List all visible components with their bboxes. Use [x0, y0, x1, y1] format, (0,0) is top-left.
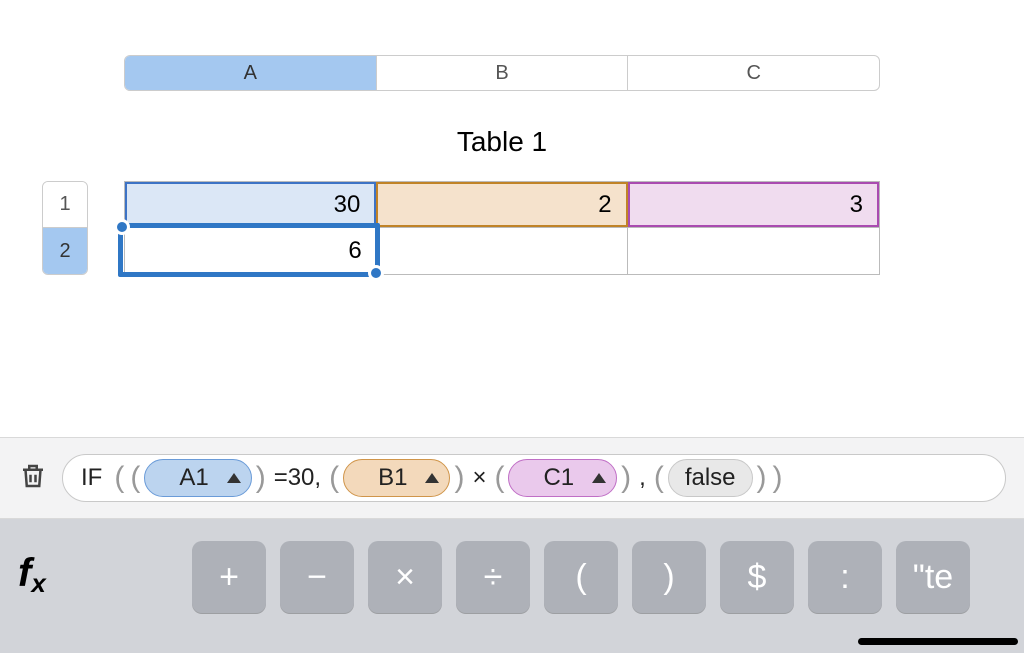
open-paren-inner: (	[128, 461, 142, 495]
row-header-1[interactable]: 1	[43, 182, 87, 228]
data-grid: 30 2 3 6	[124, 181, 880, 275]
column-header-C[interactable]: C	[628, 56, 879, 90]
cell-ref-pill-B1[interactable]: B1	[343, 459, 450, 497]
table-row: 6	[125, 228, 879, 274]
close-paren-false: )	[755, 461, 769, 495]
times-operator: ×	[468, 464, 490, 492]
home-indicator	[858, 638, 1018, 645]
key-dollar[interactable]: $	[720, 541, 794, 613]
table-row: 30 2 3	[125, 182, 879, 228]
formula-text: =30,	[270, 464, 325, 492]
key-minus[interactable]: −	[280, 541, 354, 613]
open-paren-b: (	[327, 461, 341, 495]
key-lparen[interactable]: (	[544, 541, 618, 613]
cell-C2[interactable]	[628, 228, 879, 274]
fx-button[interactable]: fx	[18, 541, 178, 596]
close-paren-c: )	[619, 461, 633, 495]
close-paren-b: )	[452, 461, 466, 495]
key-divide[interactable]: ÷	[456, 541, 530, 613]
formula-bar: IF ( ( A1 ) =30, ( B1 ) × ( C1 ) , ( fal…	[0, 437, 1024, 519]
cell-A2[interactable]: 6	[125, 228, 377, 274]
cell-B2[interactable]	[377, 228, 629, 274]
key-plus[interactable]: +	[192, 541, 266, 613]
false-pill[interactable]: false	[668, 459, 753, 497]
open-paren-c: (	[492, 461, 506, 495]
comma: ,	[635, 464, 650, 492]
cell-ref-pill-C1[interactable]: C1	[508, 459, 617, 497]
key-colon[interactable]: :	[808, 541, 882, 613]
cell-B1[interactable]: 2	[376, 182, 627, 227]
key-rparen[interactable]: )	[632, 541, 706, 613]
formula-keypad: fx + − × ÷ ( ) $ : "te	[0, 519, 1024, 653]
key-times[interactable]: ×	[368, 541, 442, 613]
chevron-up-icon	[592, 473, 606, 483]
formula-function-name: IF	[73, 464, 110, 492]
column-header-A[interactable]: A	[125, 56, 377, 90]
close-paren-outer: )	[771, 461, 785, 495]
cell-A1[interactable]: 30	[125, 182, 376, 227]
close-paren-inner: )	[254, 461, 268, 495]
chevron-up-icon	[227, 473, 241, 483]
cell-ref-pill-A1[interactable]: A1	[144, 459, 251, 497]
open-paren-false: (	[652, 461, 666, 495]
column-header-row: A B C	[124, 55, 880, 91]
table-title[interactable]: Table 1	[124, 126, 880, 158]
formula-input[interactable]: IF ( ( A1 ) =30, ( B1 ) × ( C1 ) , ( fal…	[62, 454, 1006, 502]
column-header-B[interactable]: B	[377, 56, 629, 90]
open-paren: (	[112, 461, 126, 495]
row-header-2[interactable]: 2	[43, 228, 87, 274]
cell-C1[interactable]: 3	[628, 182, 879, 227]
key-quote-text[interactable]: "te	[896, 541, 970, 613]
delete-formula-icon[interactable]	[18, 461, 48, 496]
row-header-column: 1 2	[42, 181, 88, 275]
chevron-up-icon	[425, 473, 439, 483]
